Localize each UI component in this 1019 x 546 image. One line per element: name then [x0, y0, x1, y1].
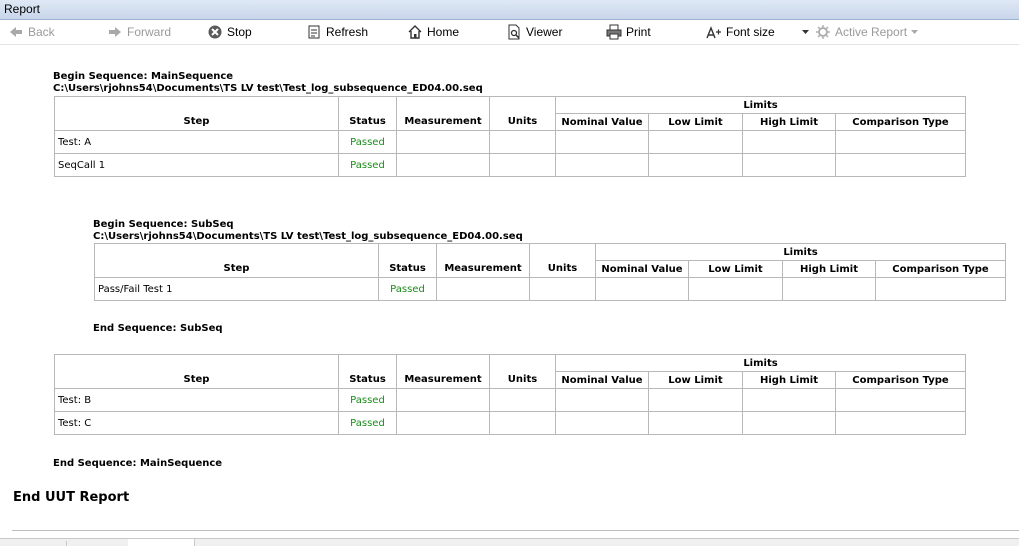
chevron-down-icon	[802, 30, 809, 34]
step-name: SeqCall 1	[54, 153, 339, 177]
home-button[interactable]: Home	[407, 23, 459, 41]
subseq-steps-table: Step Status Measurement Units Limits Nom…	[94, 243, 1007, 301]
font-size-button[interactable]: Font size	[706, 23, 775, 41]
main-steps-table-continued: Step Status Measurement Units Limits Nom…	[54, 354, 967, 435]
table-row: Test: B Passed	[54, 388, 967, 412]
main-sequence-begin: Begin Sequence: MainSequence	[53, 71, 234, 82]
font-size-icon	[706, 26, 721, 39]
col-low-limit: Low Limit	[648, 371, 743, 389]
status-passed: Passed	[338, 153, 397, 177]
active-report-button[interactable]: Active Report	[815, 23, 919, 41]
col-limits: Limits	[594, 243, 1007, 261]
col-measurement: Measurement	[396, 354, 490, 389]
divider	[12, 530, 1019, 531]
forward-label: Forward	[127, 25, 172, 39]
main-sequence-end: End Sequence: MainSequence	[53, 458, 223, 469]
col-units: Units	[489, 96, 556, 131]
viewer-label: Viewer	[526, 25, 563, 39]
col-status: Status	[338, 96, 397, 131]
refresh-icon	[308, 25, 320, 39]
status-passed: Passed	[338, 388, 397, 412]
main-steps-table: Step Status Measurement Units Limits Nom…	[54, 96, 967, 177]
table-row: Test: C Passed	[54, 411, 967, 435]
bottom-tab[interactable]	[0, 541, 67, 546]
print-label: Print	[626, 25, 651, 39]
col-units: Units	[529, 243, 596, 278]
window-title: Report	[4, 2, 41, 16]
toolbar: Back Forward Stop Refresh Home Viewer Pr…	[0, 20, 1019, 45]
col-step: Step	[94, 243, 379, 278]
col-comparison-type: Comparison Type	[834, 371, 967, 389]
right-arrow-icon	[109, 27, 121, 37]
col-step: Step	[54, 96, 339, 131]
table-row: Pass/Fail Test 1 Passed	[94, 277, 1007, 301]
font-size-dropdown[interactable]	[801, 23, 810, 41]
active-report-label: Active Report	[835, 25, 908, 39]
table-row: Test: A Passed	[54, 130, 967, 154]
table-row: SeqCall 1 Passed	[54, 153, 967, 177]
refresh-button[interactable]: Refresh	[306, 23, 368, 41]
stop-label: Stop	[227, 25, 252, 39]
active-report-icon	[816, 25, 830, 39]
print-button[interactable]: Print	[606, 23, 651, 41]
main-sequence-header: Begin Sequence: MainSequence C:\Users\rj…	[53, 71, 483, 95]
col-measurement: Measurement	[396, 96, 490, 131]
bottom-tab[interactable]	[66, 541, 129, 546]
col-step: Step	[54, 354, 339, 389]
printer-icon	[606, 24, 622, 40]
sub-sequence-path: C:\Users\rjohns54\Documents\TS LV test\T…	[93, 231, 523, 242]
sub-sequence-end: End Sequence: SubSeq	[93, 323, 223, 334]
report-content: Begin Sequence: MainSequence C:\Users\rj…	[0, 45, 1019, 531]
back-button[interactable]: Back	[8, 23, 55, 41]
step-name: Pass/Fail Test 1	[94, 277, 379, 301]
window-titlebar: Report	[0, 0, 1019, 20]
back-label: Back	[28, 25, 55, 39]
viewer-button[interactable]: Viewer	[506, 23, 562, 41]
col-high-limit: High Limit	[782, 260, 876, 278]
col-measurement: Measurement	[436, 243, 530, 278]
col-limits: Limits	[554, 96, 967, 114]
col-low-limit: Low Limit	[688, 260, 783, 278]
col-comparison-type: Comparison Type	[874, 260, 1007, 278]
main-sequence-path: C:\Users\rjohns54\Documents\TS LV test\T…	[53, 83, 483, 94]
col-limits: Limits	[554, 354, 967, 372]
chevron-down-icon	[911, 30, 919, 34]
sub-sequence-header: Begin Sequence: SubSeq C:\Users\rjohns54…	[93, 219, 523, 243]
status-passed: Passed	[378, 277, 437, 301]
col-comparison-type: Comparison Type	[834, 113, 967, 131]
refresh-label: Refresh	[326, 25, 369, 39]
step-name: Test: B	[54, 388, 339, 412]
col-units: Units	[489, 354, 556, 389]
font-size-label: Font size	[726, 25, 775, 39]
end-uut-report-title: End UUT Report	[13, 490, 130, 505]
left-arrow-icon	[10, 27, 22, 37]
stop-button[interactable]: Stop	[207, 23, 252, 41]
status-passed: Passed	[338, 411, 397, 435]
col-nominal-value: Nominal Value	[595, 260, 689, 278]
home-label: Home	[427, 25, 460, 39]
col-high-limit: High Limit	[742, 371, 836, 389]
status-passed: Passed	[338, 130, 397, 154]
col-status: Status	[338, 354, 397, 389]
col-low-limit: Low Limit	[648, 113, 743, 131]
stop-icon	[208, 25, 222, 39]
forward-button[interactable]: Forward	[107, 23, 171, 41]
col-high-limit: High Limit	[742, 113, 836, 131]
sub-sequence-begin: Begin Sequence: SubSeq	[93, 219, 234, 230]
col-status: Status	[378, 243, 437, 278]
viewer-icon	[508, 24, 520, 40]
col-nominal-value: Nominal Value	[555, 371, 649, 389]
step-name: Test: A	[54, 130, 339, 154]
col-nominal-value: Nominal Value	[555, 113, 649, 131]
step-name: Test: C	[54, 411, 339, 435]
home-icon	[408, 25, 422, 39]
